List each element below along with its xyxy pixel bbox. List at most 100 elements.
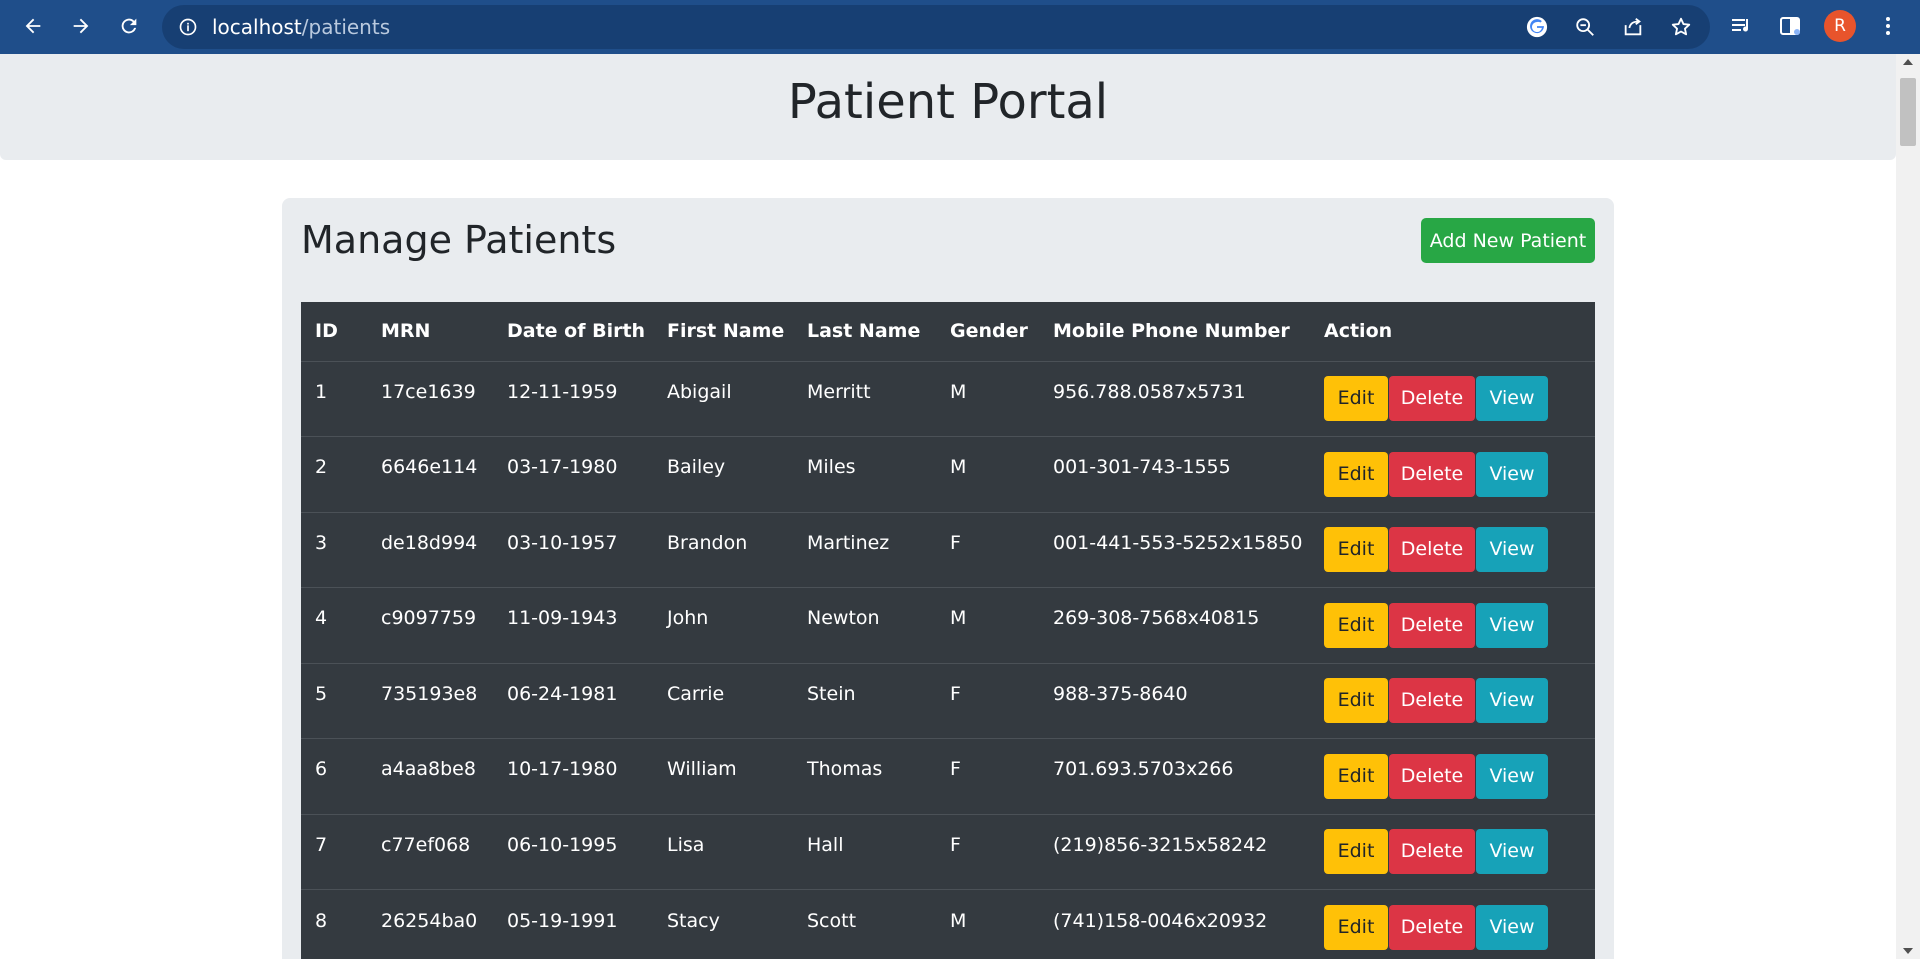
delete-button[interactable]: Delete [1389, 376, 1475, 422]
cell-phone: 956.788.0587x5731 [1039, 360, 1310, 437]
delete-button[interactable]: Delete [1389, 829, 1475, 875]
delete-button[interactable]: Delete [1389, 678, 1475, 724]
cell-actions: Edit Delete View [1310, 511, 1595, 588]
reload-button[interactable] [112, 9, 146, 43]
cell-mrn: c77ef068 [367, 813, 493, 890]
cell-first: Abigail [653, 360, 793, 437]
patients-table: ID MRN Date of Birth First Name Last Nam… [301, 302, 1595, 959]
reading-list-icon[interactable] [1730, 14, 1754, 38]
scroll-down-arrow-icon[interactable] [1903, 948, 1913, 954]
cell-first: Stacy [653, 889, 793, 959]
cell-dob: 03-17-1980 [493, 436, 653, 512]
cell-mrn: de18d994 [367, 511, 493, 588]
cell-id: 4 [301, 587, 367, 663]
cell-last: Scott [793, 889, 936, 959]
scroll-up-arrow-icon[interactable] [1903, 59, 1913, 65]
table-row: 7 c77ef068 06-10-1995 Lisa Hall F (219)856-321… [301, 813, 1595, 890]
cell-actions: Edit Delete View [1310, 587, 1595, 663]
cell-first: Bailey [653, 436, 793, 512]
browser-toolbar: localhost/patients R [0, 0, 1920, 54]
edit-button[interactable]: Edit [1324, 451, 1388, 497]
edit-button[interactable]: Edit [1324, 678, 1388, 724]
cell-last: Martinez [793, 511, 936, 588]
cell-gender: F [936, 511, 1039, 588]
cell-actions: Edit Delete View [1310, 738, 1595, 814]
cell-actions: Edit Delete View [1310, 662, 1595, 739]
share-icon[interactable] [1622, 16, 1644, 38]
view-button[interactable]: View [1476, 602, 1548, 648]
delete-button[interactable]: Delete [1389, 602, 1475, 648]
delete-button[interactable]: Delete [1389, 905, 1475, 950]
back-icon [25, 18, 41, 34]
page-title: Patient Portal [787, 74, 1109, 130]
cell-dob: 03-10-1957 [493, 511, 653, 588]
delete-button[interactable]: Delete [1389, 753, 1475, 799]
cell-id: 5 [301, 662, 367, 739]
view-button[interactable]: View [1476, 451, 1548, 497]
cell-dob: 11-09-1943 [493, 587, 653, 663]
cell-id: 1 [301, 360, 367, 437]
side-panel-icon[interactable] [1778, 14, 1802, 38]
url-text[interactable]: localhost/patients [212, 5, 390, 49]
page-scrollbar[interactable] [1896, 54, 1920, 959]
cell-phone: 701.693.5703x266 [1039, 738, 1310, 814]
delete-button[interactable]: Delete [1389, 451, 1475, 497]
cell-phone: 001-441-553-5252x15850 [1039, 511, 1310, 588]
cell-mrn: c9097759 [367, 587, 493, 663]
edit-button[interactable]: Edit [1324, 602, 1388, 648]
table-row: 2 6646e114 03-17-1980 Bailey Miles M 001-301-7… [301, 436, 1595, 512]
view-button[interactable]: View [1476, 376, 1548, 422]
cell-mrn: a4aa8be8 [367, 738, 493, 814]
table-header-row: ID MRN Date of Birth First Name Last Nam… [301, 302, 1595, 362]
cell-dob: 06-24-1981 [493, 662, 653, 739]
info-icon[interactable] [178, 17, 198, 37]
view-button[interactable]: View [1476, 829, 1548, 875]
cell-gender: F [936, 813, 1039, 890]
zoom-out-icon[interactable] [1574, 16, 1596, 38]
table-row: 6 a4aa8be8 10-17-1980 William Thomas F 701.693… [301, 738, 1595, 814]
edit-button[interactable]: Edit [1324, 905, 1388, 950]
cell-last: Hall [793, 813, 936, 890]
cell-mrn: 735193e8 [367, 662, 493, 739]
header-dob: Date of Birth [493, 302, 653, 362]
add-new-patient-button[interactable]: Add New Patient [1421, 218, 1595, 263]
address-bar[interactable]: localhost/patients [162, 5, 1710, 49]
back-button[interactable] [16, 9, 50, 43]
header-phone: Mobile Phone Number [1039, 302, 1310, 362]
forward-button[interactable] [64, 9, 98, 43]
cell-first: Brandon [653, 511, 793, 588]
scroll-thumb[interactable] [1900, 78, 1916, 146]
edit-button[interactable]: Edit [1324, 527, 1388, 573]
cell-mrn: 26254ba0 [367, 889, 493, 959]
cell-dob: 12-11-1959 [493, 360, 653, 437]
header-gender: Gender [936, 302, 1039, 362]
portal-header: Patient Portal [0, 54, 1896, 160]
edit-button[interactable]: Edit [1324, 376, 1388, 422]
cell-phone: 001-301-743-1555 [1039, 436, 1310, 512]
view-button[interactable]: View [1476, 527, 1548, 573]
header-last-name: Last Name [793, 302, 936, 362]
manage-patients-panel: Manage Patients Add New Patient ID MRN D… [282, 198, 1614, 959]
cell-last: Miles [793, 436, 936, 512]
cell-gender: F [936, 662, 1039, 739]
cell-last: Merritt [793, 360, 936, 437]
table-row: 5 735193e8 06-24-1981 Carrie Stein F 988-375-8… [301, 662, 1595, 739]
edit-button[interactable]: Edit [1324, 753, 1388, 799]
table-row: 4 c9097759 11-09-1943 John Newton M 269-308-75… [301, 587, 1595, 663]
bookmark-star-icon[interactable] [1670, 16, 1692, 38]
cell-last: Thomas [793, 738, 936, 814]
view-button[interactable]: View [1476, 753, 1548, 799]
edit-button[interactable]: Edit [1324, 829, 1388, 875]
menu-dots-icon[interactable] [1876, 14, 1900, 38]
view-button[interactable]: View [1476, 678, 1548, 724]
cell-id: 7 [301, 813, 367, 890]
profile-avatar[interactable]: R [1824, 10, 1856, 42]
cell-phone: 988-375-8640 [1039, 662, 1310, 739]
cell-first: John [653, 587, 793, 663]
cell-phone: 269-308-7568x40815 [1039, 587, 1310, 663]
google-icon[interactable] [1526, 16, 1548, 38]
cell-dob: 05-19-1991 [493, 889, 653, 959]
delete-button[interactable]: Delete [1389, 527, 1475, 573]
view-button[interactable]: View [1476, 905, 1548, 950]
table-row: 8 26254ba0 05-19-1991 Stacy Scott M (741)158-0… [301, 889, 1595, 959]
